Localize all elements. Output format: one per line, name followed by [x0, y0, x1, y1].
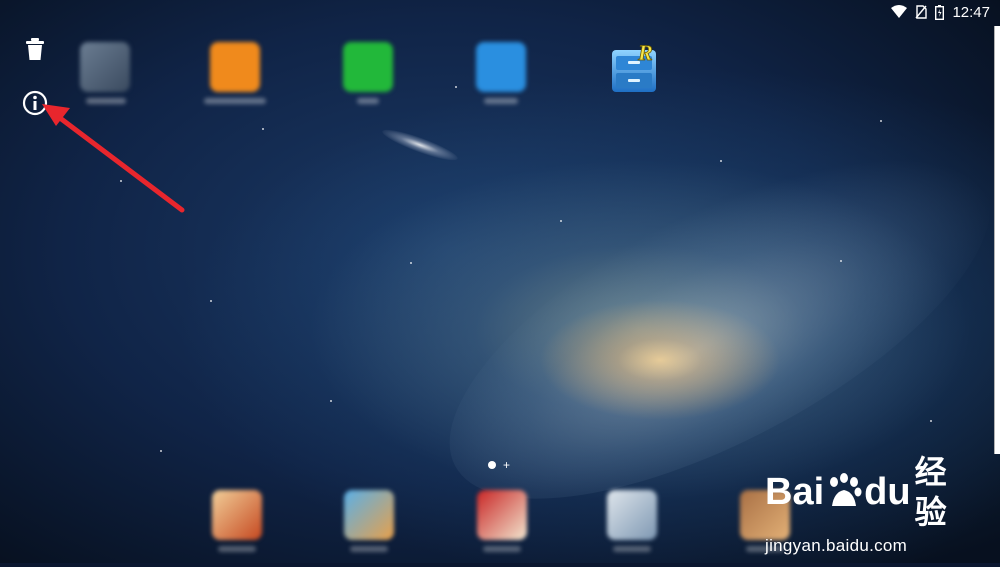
watermark-brand-1: Bai — [765, 471, 825, 513]
app-label — [483, 546, 521, 552]
no-sim-icon — [915, 5, 928, 19]
star — [120, 180, 122, 182]
baidu-watermark: Bai du 经验 jingyan.baidu.com — [765, 452, 965, 555]
app-label — [484, 98, 518, 104]
star — [840, 260, 842, 262]
app-label — [204, 98, 266, 104]
trash-icon[interactable] — [22, 36, 48, 62]
star — [880, 120, 882, 122]
star — [410, 262, 412, 264]
wechat-app-icon[interactable] — [343, 42, 393, 92]
status-bar: 12:47 — [891, 0, 1000, 24]
app-label — [613, 546, 651, 552]
scroll-edge-bar[interactable] — [994, 26, 1000, 454]
star — [930, 420, 932, 422]
star — [210, 300, 212, 302]
svg-text:R: R — [637, 42, 653, 65]
add-page-icon[interactable]: + — [503, 459, 510, 471]
app-label — [86, 98, 126, 104]
game-app-icon-1[interactable] — [212, 490, 262, 540]
star — [720, 160, 722, 162]
star — [262, 128, 264, 130]
page-dot-active[interactable] — [488, 461, 496, 469]
watermark-url: jingyan.baidu.com — [765, 536, 908, 555]
app-label — [357, 98, 379, 104]
battery-icon — [935, 4, 945, 20]
app-label — [218, 546, 256, 552]
baidu-paw-icon — [824, 472, 864, 512]
watermark-brand-2: du — [864, 471, 911, 513]
game-app-icon-3[interactable] — [477, 490, 527, 540]
star — [455, 86, 457, 88]
game-app-icon-2[interactable] — [344, 490, 394, 540]
blue-app-icon[interactable] — [476, 42, 526, 92]
watermark-brand-cn: 经验 — [914, 454, 947, 530]
app-label — [350, 546, 388, 552]
file-explorer-app-icon[interactable]: R — [610, 40, 660, 92]
star — [160, 450, 162, 452]
orange-app-icon[interactable] — [210, 42, 260, 92]
info-icon[interactable] — [22, 90, 48, 116]
status-time: 12:47 — [952, 3, 990, 21]
star — [330, 400, 332, 402]
game-app-icon-4[interactable] — [607, 490, 657, 540]
wifi-icon — [891, 5, 908, 19]
star — [560, 220, 562, 222]
blurred-app-icon[interactable] — [80, 42, 130, 92]
page-indicator: + — [488, 459, 510, 471]
